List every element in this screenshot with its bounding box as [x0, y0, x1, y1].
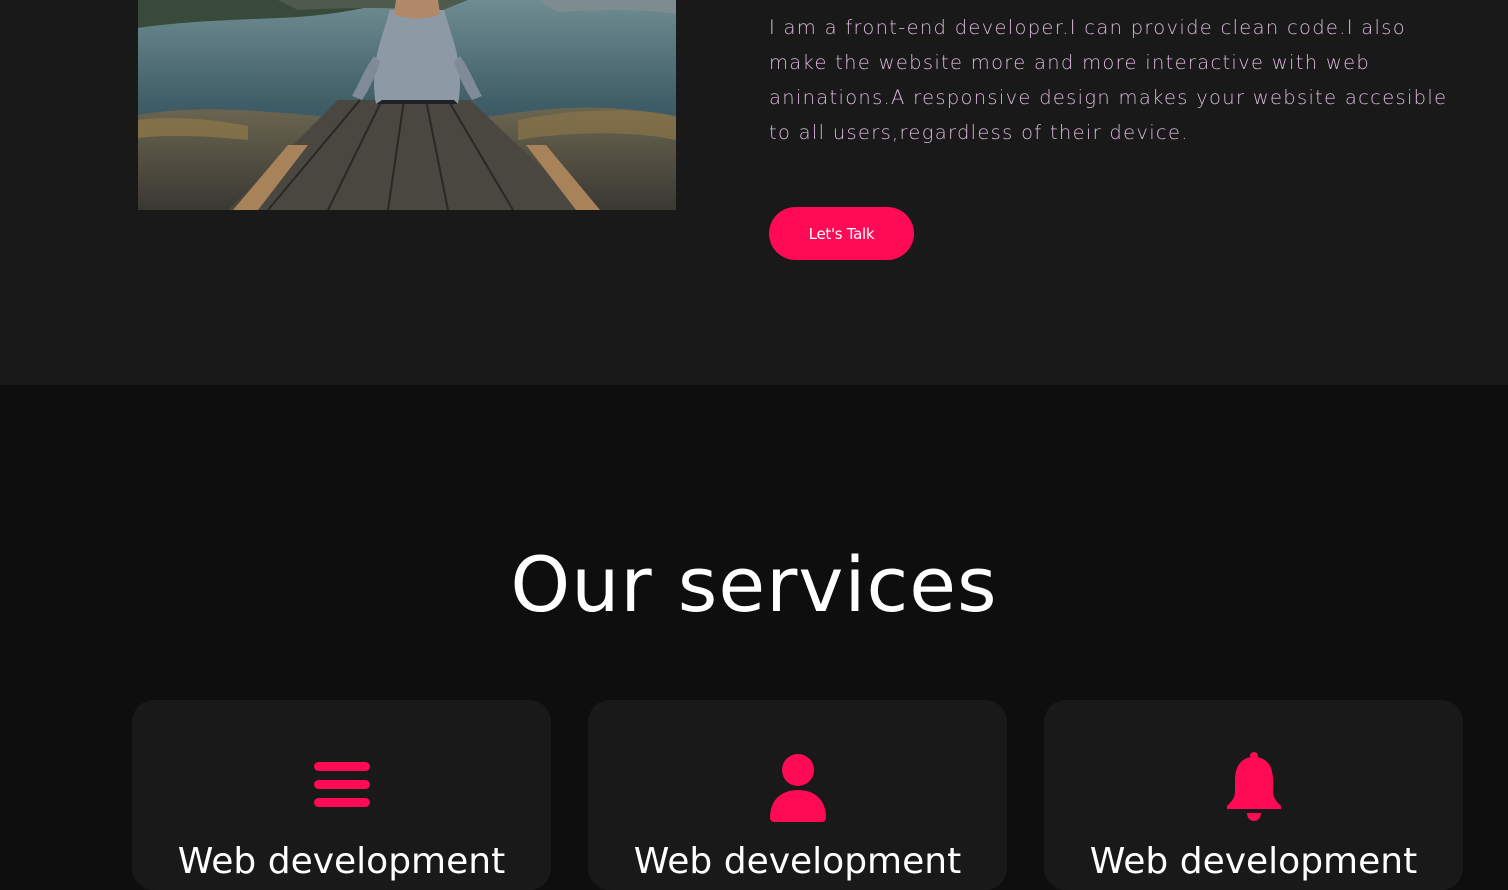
service-card: Web development [588, 700, 1007, 890]
about-photo [138, 0, 676, 210]
bell-icon [1219, 752, 1289, 822]
lake-pier-image [138, 0, 676, 210]
bars-icon [307, 752, 377, 822]
services-title: Our services [510, 540, 998, 629]
service-card: Web development [132, 700, 551, 890]
lets-talk-button[interactable]: Let's Talk [769, 207, 914, 260]
about-section: I am a front-end developer.I can provide… [0, 0, 1508, 385]
service-card-title: Web development [633, 841, 962, 882]
services-section: Our services Web development Web develop… [0, 385, 1508, 890]
user-icon [763, 752, 833, 822]
about-description: I am a front-end developer.I can provide… [769, 16, 1448, 144]
service-card: Web development [1044, 700, 1463, 890]
service-card-title: Web development [1089, 841, 1418, 882]
service-card-title: Web development [177, 841, 506, 882]
